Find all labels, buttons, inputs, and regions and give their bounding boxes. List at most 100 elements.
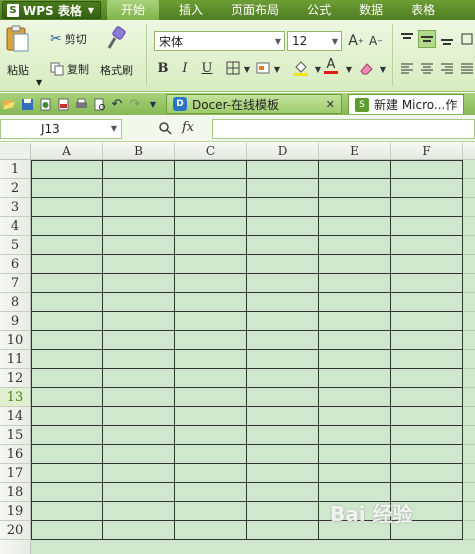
cell-b2[interactable] xyxy=(103,179,175,198)
cell-a6[interactable] xyxy=(31,255,103,274)
cell-c19[interactable] xyxy=(175,502,247,521)
doc-tab-workbook[interactable]: S 新建 Micro...作 xyxy=(348,94,465,114)
align-bottom-button[interactable] xyxy=(438,30,456,48)
cell-a3[interactable] xyxy=(31,198,103,217)
row-header-13[interactable]: 13 xyxy=(0,388,31,407)
cell-c2[interactable] xyxy=(175,179,247,198)
clear-format-dropdown-icon[interactable]: ▼ xyxy=(374,60,392,78)
align-center-button[interactable] xyxy=(418,59,436,77)
cell-c13[interactable] xyxy=(175,388,247,407)
cell-d15[interactable] xyxy=(247,426,319,445)
cell-e8[interactable] xyxy=(319,293,391,312)
row-header-3[interactable]: 3 xyxy=(0,198,31,217)
italic-button[interactable]: I xyxy=(176,59,194,77)
cell-a15[interactable] xyxy=(31,426,103,445)
formula-input[interactable] xyxy=(212,119,475,139)
format-painter-button[interactable]: 格式刷 xyxy=(100,26,133,78)
cell-f16[interactable] xyxy=(391,445,463,464)
row-header-1[interactable]: 1 xyxy=(0,160,31,179)
cell-a14[interactable] xyxy=(31,407,103,426)
cell-f17[interactable] xyxy=(391,464,463,483)
cut-button[interactable]: ✂ 剪切 xyxy=(50,31,87,47)
cell-d19[interactable] xyxy=(247,502,319,521)
row-header-4[interactable]: 4 xyxy=(0,217,31,236)
close-icon[interactable]: ✕ xyxy=(326,98,335,111)
cell-b10[interactable] xyxy=(103,331,175,350)
cell-d1[interactable] xyxy=(247,160,319,179)
print-icon[interactable] xyxy=(72,95,90,113)
cell-a5[interactable] xyxy=(31,236,103,255)
column-header-b[interactable]: B xyxy=(103,143,175,160)
cell-c10[interactable] xyxy=(175,331,247,350)
cell-c3[interactable] xyxy=(175,198,247,217)
cell-f10[interactable] xyxy=(391,331,463,350)
tab-insert[interactable]: 插入 xyxy=(165,0,217,20)
bold-button[interactable]: B xyxy=(154,59,172,77)
cell-e12[interactable] xyxy=(319,369,391,388)
align-top-button[interactable] xyxy=(398,30,416,48)
row-header-15[interactable]: 15 xyxy=(0,426,31,445)
justify-button[interactable] xyxy=(458,59,475,77)
tab-data[interactable]: 数据 xyxy=(345,0,397,20)
cell-a7[interactable] xyxy=(31,274,103,293)
cell-b17[interactable] xyxy=(103,464,175,483)
cell-overflow[interactable] xyxy=(463,217,475,236)
cell-d13[interactable] xyxy=(247,388,319,407)
export-icon[interactable] xyxy=(36,95,54,113)
cell-overflow[interactable] xyxy=(463,198,475,217)
cell-f8[interactable] xyxy=(391,293,463,312)
cell-a8[interactable] xyxy=(31,293,103,312)
row-header-12[interactable]: 12 xyxy=(0,369,31,388)
cell-d2[interactable] xyxy=(247,179,319,198)
cell-e17[interactable] xyxy=(319,464,391,483)
cell-b15[interactable] xyxy=(103,426,175,445)
cell-a18[interactable] xyxy=(31,483,103,502)
cell-a2[interactable] xyxy=(31,179,103,198)
cell-c11[interactable] xyxy=(175,350,247,369)
cell-overflow[interactable] xyxy=(463,293,475,312)
cell-d5[interactable] xyxy=(247,236,319,255)
cell-e13[interactable] xyxy=(319,388,391,407)
cell-overflow[interactable] xyxy=(463,179,475,198)
row-header-9[interactable]: 9 xyxy=(0,312,31,331)
undo-icon[interactable]: ↶ xyxy=(108,95,126,113)
cell-overflow[interactable] xyxy=(463,388,475,407)
app-menu-button[interactable]: S WPS 表格 ▼ xyxy=(2,1,102,19)
cell-b9[interactable] xyxy=(103,312,175,331)
row-header-5[interactable]: 5 xyxy=(0,236,31,255)
cell-c15[interactable] xyxy=(175,426,247,445)
cell-f11[interactable] xyxy=(391,350,463,369)
cell-c8[interactable] xyxy=(175,293,247,312)
insert-function-button[interactable]: fx xyxy=(182,120,194,135)
cell-f6[interactable] xyxy=(391,255,463,274)
cell-style-dropdown-icon[interactable]: ▼ xyxy=(268,60,286,78)
row-header-2[interactable]: 2 xyxy=(0,179,31,198)
cell-d7[interactable] xyxy=(247,274,319,293)
align-middle-button[interactable] xyxy=(418,30,436,48)
cell-e3[interactable] xyxy=(319,198,391,217)
cell-d16[interactable] xyxy=(247,445,319,464)
cell-area-below[interactable] xyxy=(31,540,475,554)
cell-e16[interactable] xyxy=(319,445,391,464)
cell-b14[interactable] xyxy=(103,407,175,426)
cell-e4[interactable] xyxy=(319,217,391,236)
cell-b20[interactable] xyxy=(103,521,175,540)
zoom-icon[interactable] xyxy=(158,121,172,138)
save-icon[interactable] xyxy=(18,95,36,113)
row-header-overflow[interactable] xyxy=(0,540,31,554)
cell-c12[interactable] xyxy=(175,369,247,388)
cell-e2[interactable] xyxy=(319,179,391,198)
column-header-e[interactable]: E xyxy=(319,143,391,160)
cell-a4[interactable] xyxy=(31,217,103,236)
cell-overflow[interactable] xyxy=(463,255,475,274)
print-preview-icon[interactable] xyxy=(90,95,108,113)
cell-b8[interactable] xyxy=(103,293,175,312)
open-folder-icon[interactable]: 📂 xyxy=(0,95,18,113)
cell-b6[interactable] xyxy=(103,255,175,274)
font-size-select[interactable]: 12 ▼ xyxy=(287,31,342,51)
row-header-20[interactable]: 20 xyxy=(0,521,31,540)
cell-e9[interactable] xyxy=(319,312,391,331)
cell-b18[interactable] xyxy=(103,483,175,502)
cell-b11[interactable] xyxy=(103,350,175,369)
cell-d18[interactable] xyxy=(247,483,319,502)
